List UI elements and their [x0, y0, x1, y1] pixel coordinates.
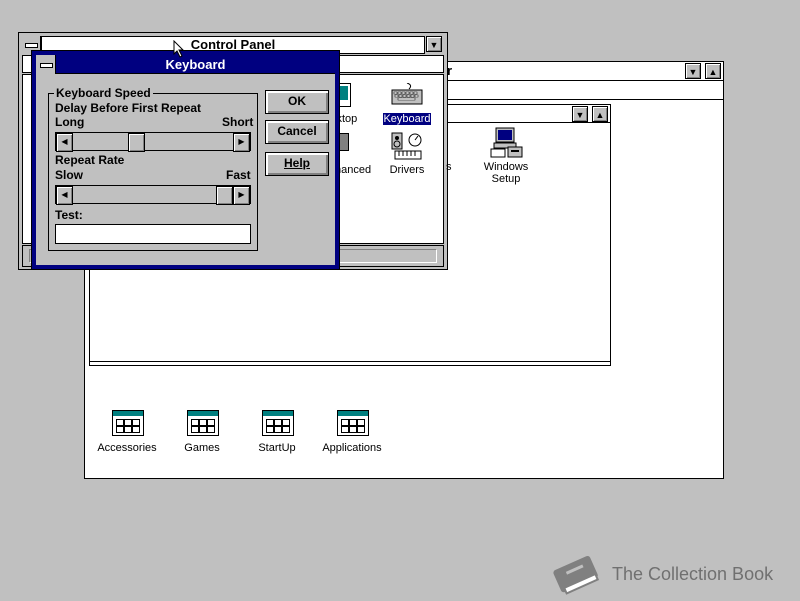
enhanced-icon-label[interactable]: nanced — [335, 164, 385, 176]
keyboard-dialog: Keyboard Keyboard Speed Delay Before Fir… — [31, 50, 340, 270]
delay-max-label: Short — [222, 115, 254, 129]
mouse-cursor-icon — [173, 39, 185, 58]
watermark-text: The Collection Book — [612, 564, 774, 584]
partial-icon-label[interactable]: s — [446, 161, 454, 173]
ok-button[interactable]: OK — [265, 90, 329, 114]
help-button[interactable]: Help — [265, 152, 329, 176]
book-icon — [548, 552, 604, 598]
applications-group-label[interactable]: Applications — [311, 442, 393, 454]
keyboard-dialog-system-menu[interactable] — [36, 55, 56, 74]
keyboard-icon-label[interactable]: Keyboard — [383, 113, 431, 125]
delay-label: Delay Before First Repeat — [55, 101, 202, 115]
control-panel-minimize-button[interactable]: ▼ — [426, 36, 442, 52]
delay-right-arrow[interactable]: ▶ — [233, 133, 250, 152]
games-group-label[interactable]: Games — [166, 442, 238, 454]
test-label: Test: — [55, 208, 83, 222]
group-minimize-button[interactable]: ▼ — [572, 106, 588, 122]
accessories-group-icon[interactable] — [112, 410, 144, 436]
windows-setup-icon[interactable] — [490, 127, 524, 159]
minimize-button[interactable]: ▼ — [685, 63, 701, 79]
startup-group-label[interactable]: StartUp — [241, 442, 313, 454]
keyboard-speed-group-title: Keyboard Speed — [54, 86, 153, 100]
watermark: The Collection Book — [548, 552, 798, 598]
keyboard-dialog-title: Keyboard — [165, 57, 226, 72]
repeat-rate-label: Repeat Rate — [55, 153, 125, 167]
repeat-min-label: Slow — [55, 168, 84, 182]
windows-setup-label[interactable]: Windows Setup — [475, 161, 537, 185]
delay-slider-thumb[interactable] — [128, 133, 145, 152]
delay-slider[interactable]: ◀ ▶ — [55, 132, 251, 152]
applications-group-icon[interactable] — [337, 410, 369, 436]
drivers-icon-label[interactable]: Drivers — [383, 164, 431, 176]
drivers-icon[interactable] — [391, 131, 423, 161]
keyboard-icon[interactable] — [391, 82, 423, 107]
delay-min-label: Long — [55, 115, 85, 129]
maximize-button[interactable]: ▲ — [705, 63, 721, 79]
repeat-rate-slider[interactable]: ◀ ▶ — [55, 185, 251, 205]
repeat-slider-thumb[interactable] — [216, 186, 233, 205]
delay-left-arrow[interactable]: ◀ — [56, 133, 73, 152]
repeat-right-arrow[interactable]: ▶ — [233, 186, 250, 205]
group-child-bottom-border — [90, 361, 610, 365]
keyboard-dialog-titlebar[interactable]: Keyboard — [36, 55, 335, 74]
games-group-icon[interactable] — [187, 410, 219, 436]
repeat-left-arrow[interactable]: ◀ — [56, 186, 73, 205]
accessories-group-label[interactable]: Accessories — [91, 442, 163, 454]
control-panel-title: Control Panel — [190, 37, 276, 52]
test-input[interactable] — [55, 224, 251, 244]
repeat-max-label: Fast — [226, 168, 251, 182]
cancel-button[interactable]: Cancel — [265, 120, 329, 144]
group-maximize-button[interactable]: ▲ — [592, 106, 608, 122]
startup-group-icon[interactable] — [262, 410, 294, 436]
